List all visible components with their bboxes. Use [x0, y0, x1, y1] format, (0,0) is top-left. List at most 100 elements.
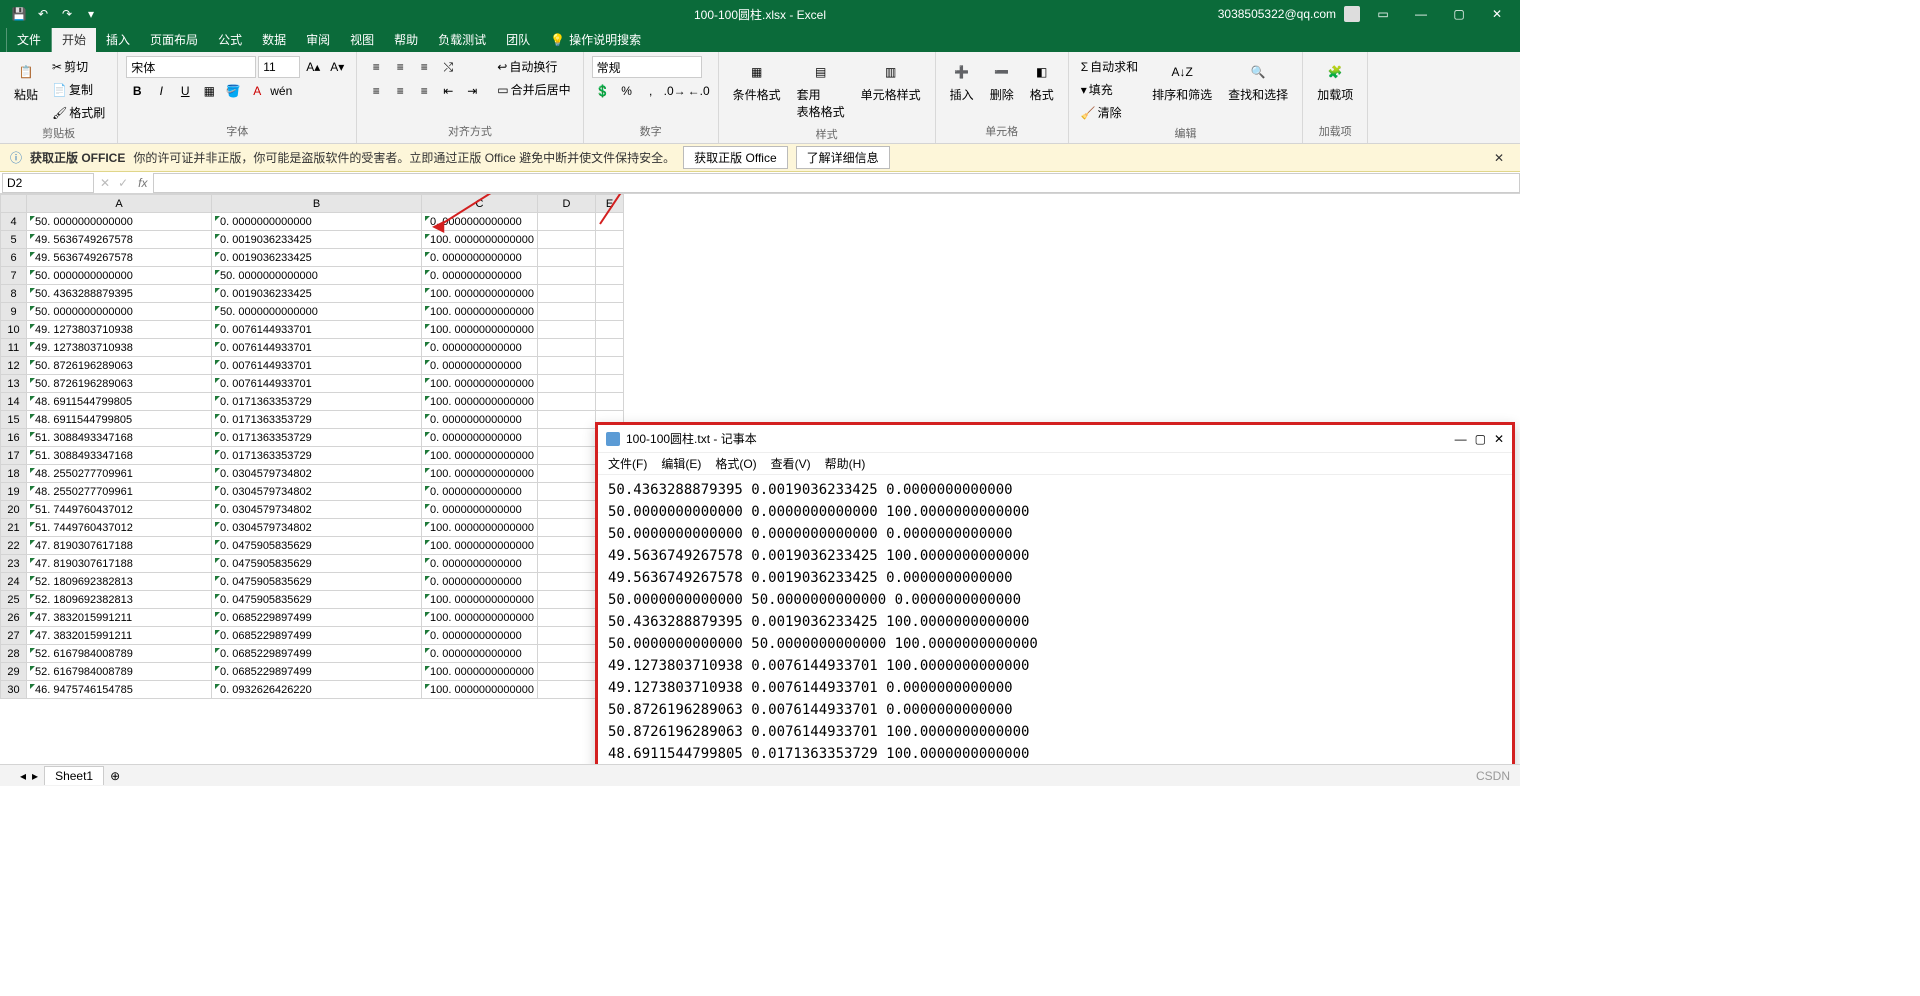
- cell[interactable]: 52. 6167984008789: [27, 645, 212, 663]
- cell[interactable]: 46. 9475746154785: [27, 681, 212, 699]
- row-header[interactable]: 13: [1, 375, 27, 393]
- cell[interactable]: [538, 519, 596, 537]
- col-header[interactable]: [1, 195, 27, 213]
- grow-font-icon[interactable]: A▴: [302, 56, 324, 78]
- maximize-icon[interactable]: ▢: [1444, 3, 1474, 25]
- cell[interactable]: [538, 357, 596, 375]
- np-menu-file[interactable]: 文件(F): [608, 455, 647, 472]
- border-button[interactable]: ▦: [198, 80, 220, 102]
- cell[interactable]: [538, 249, 596, 267]
- cell[interactable]: [538, 411, 596, 429]
- save-icon[interactable]: 💾: [8, 3, 30, 25]
- clear-button[interactable]: 🧹 清除: [1077, 102, 1142, 123]
- cell[interactable]: 0. 0932626426220: [212, 681, 422, 699]
- row-header[interactable]: 29: [1, 663, 27, 681]
- np-min-icon[interactable]: —: [1455, 432, 1467, 446]
- cell[interactable]: 0. 0171363353729: [212, 447, 422, 465]
- cell[interactable]: 0. 0171363353729: [212, 393, 422, 411]
- np-menu-edit[interactable]: 编辑(E): [661, 455, 701, 472]
- cell[interactable]: 50. 8726196289063: [27, 375, 212, 393]
- sheet-nav-next-icon[interactable]: ▸: [32, 769, 38, 783]
- row-header[interactable]: 9: [1, 303, 27, 321]
- cell[interactable]: 0. 0000000000000: [422, 429, 538, 447]
- row-header[interactable]: 18: [1, 465, 27, 483]
- sheet-tab-1[interactable]: Sheet1: [44, 766, 104, 785]
- autosum-button[interactable]: Σ 自动求和: [1077, 56, 1142, 77]
- number-format-select[interactable]: [592, 56, 702, 78]
- cell[interactable]: [538, 303, 596, 321]
- cell[interactable]: 49. 1273803710938: [27, 321, 212, 339]
- cell[interactable]: [538, 501, 596, 519]
- row-header[interactable]: 5: [1, 231, 27, 249]
- font-size-select[interactable]: [258, 56, 300, 78]
- get-office-button[interactable]: 获取正版 Office: [683, 146, 787, 169]
- cell[interactable]: [538, 231, 596, 249]
- cell[interactable]: 51. 3088493347168: [27, 447, 212, 465]
- cell[interactable]: 0. 0304579734802: [212, 501, 422, 519]
- indent-inc-icon[interactable]: ⇥: [461, 80, 483, 102]
- cell[interactable]: 51. 3088493347168: [27, 429, 212, 447]
- col-header[interactable]: A: [27, 195, 212, 213]
- cell[interactable]: 100. 0000000000000: [422, 321, 538, 339]
- cell[interactable]: 100. 0000000000000: [422, 447, 538, 465]
- cell[interactable]: 0. 0076144933701: [212, 321, 422, 339]
- addin-button[interactable]: 🧩加载项: [1311, 56, 1359, 107]
- fx-icon[interactable]: fx: [132, 176, 153, 190]
- cell[interactable]: 0. 0304579734802: [212, 519, 422, 537]
- font-name-select[interactable]: [126, 56, 256, 78]
- sheet-nav-prev-icon[interactable]: ◂: [20, 769, 26, 783]
- cell[interactable]: 100. 0000000000000: [422, 393, 538, 411]
- undo-icon[interactable]: ↶: [32, 3, 54, 25]
- cell[interactable]: [596, 231, 624, 249]
- cell[interactable]: 0. 0076144933701: [212, 375, 422, 393]
- cell[interactable]: 0. 0000000000000: [422, 627, 538, 645]
- row-header[interactable]: 11: [1, 339, 27, 357]
- cell[interactable]: [596, 357, 624, 375]
- font-color-button[interactable]: A: [246, 80, 268, 102]
- dec-decimal-icon[interactable]: ←.0: [688, 80, 710, 102]
- col-header[interactable]: D: [538, 195, 596, 213]
- cell[interactable]: 0. 0000000000000: [422, 339, 538, 357]
- row-header[interactable]: 24: [1, 573, 27, 591]
- cell[interactable]: 0. 0304579734802: [212, 465, 422, 483]
- cell[interactable]: [596, 267, 624, 285]
- notepad-window[interactable]: 100-100圆柱.txt - 记事本 — ▢ ✕ 文件(F) 编辑(E) 格式…: [595, 422, 1515, 764]
- cell[interactable]: [538, 375, 596, 393]
- cell[interactable]: 0. 0000000000000: [422, 357, 538, 375]
- avatar[interactable]: [1344, 6, 1360, 22]
- np-close-icon[interactable]: ✕: [1494, 432, 1504, 446]
- cell[interactable]: 47. 8190307617188: [27, 555, 212, 573]
- row-header[interactable]: 28: [1, 645, 27, 663]
- cell[interactable]: 0. 0685229897499: [212, 627, 422, 645]
- cell[interactable]: 0. 0475905835629: [212, 573, 422, 591]
- cell[interactable]: [538, 591, 596, 609]
- copy-button[interactable]: 📄 复制: [48, 79, 109, 100]
- row-header[interactable]: 16: [1, 429, 27, 447]
- indent-dec-icon[interactable]: ⇤: [437, 80, 459, 102]
- cell[interactable]: 0. 0685229897499: [212, 663, 422, 681]
- row-header[interactable]: 12: [1, 357, 27, 375]
- row-header[interactable]: 25: [1, 591, 27, 609]
- tab-file[interactable]: 文件: [6, 26, 52, 52]
- learn-more-button[interactable]: 了解详细信息: [796, 146, 890, 169]
- tab-team[interactable]: 团队: [496, 27, 540, 52]
- tab-view[interactable]: 视图: [340, 27, 384, 52]
- tab-review[interactable]: 审阅: [296, 27, 340, 52]
- phonetic-button[interactable]: wén: [270, 80, 292, 102]
- bold-button[interactable]: B: [126, 80, 148, 102]
- redo-icon[interactable]: ↷: [56, 3, 78, 25]
- orientation-icon[interactable]: ⤭: [437, 56, 459, 78]
- sort-filter-button[interactable]: A↓Z排序和筛选: [1146, 56, 1218, 107]
- underline-button[interactable]: U: [174, 80, 196, 102]
- cell[interactable]: 0. 0000000000000: [422, 483, 538, 501]
- np-menu-view[interactable]: 查看(V): [771, 455, 811, 472]
- cell[interactable]: [538, 681, 596, 699]
- cell[interactable]: [538, 537, 596, 555]
- cell[interactable]: 0. 0304579734802: [212, 483, 422, 501]
- cell[interactable]: [538, 339, 596, 357]
- italic-button[interactable]: I: [150, 80, 172, 102]
- cell[interactable]: 50. 0000000000000: [27, 213, 212, 231]
- row-header[interactable]: 6: [1, 249, 27, 267]
- cell[interactable]: 47. 3832015991211: [27, 627, 212, 645]
- paste-button[interactable]: 📋粘贴: [8, 56, 44, 107]
